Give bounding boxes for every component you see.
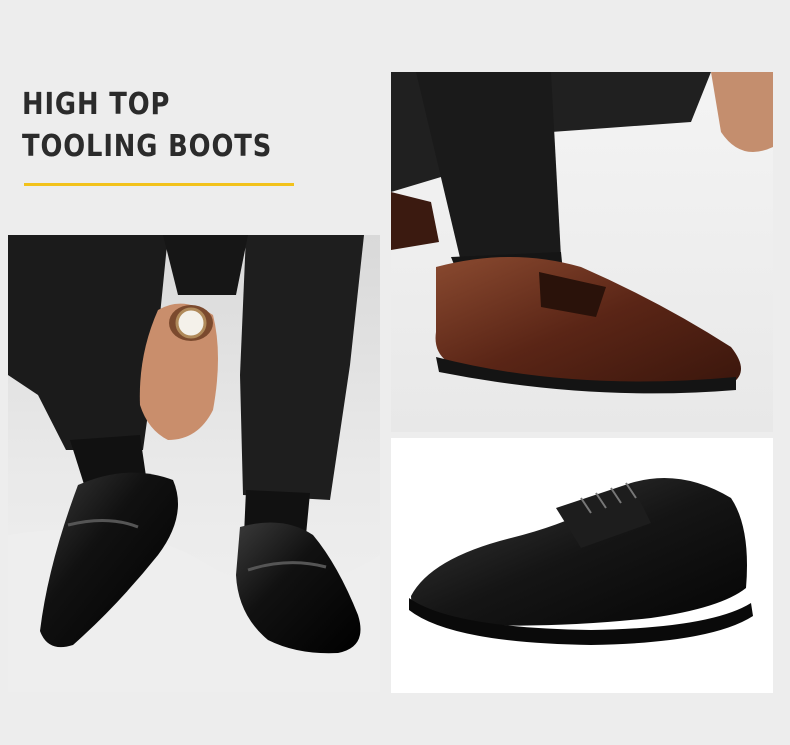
- headline-line-2: TOOLING BOOTS: [22, 129, 273, 164]
- black-derby-shoe-photo: [391, 438, 773, 693]
- man-adjusting-black-loafers-photo: [8, 235, 380, 692]
- headline-line-1: HIGH TOP: [22, 87, 171, 122]
- watch-icon: [175, 307, 207, 339]
- brown-loafer-on-foot-photo: [391, 72, 773, 432]
- headline: HIGH TOP TOOLING BOOTS: [22, 84, 272, 168]
- accent-underline: [24, 183, 294, 186]
- shirt-sleeve: [163, 235, 248, 295]
